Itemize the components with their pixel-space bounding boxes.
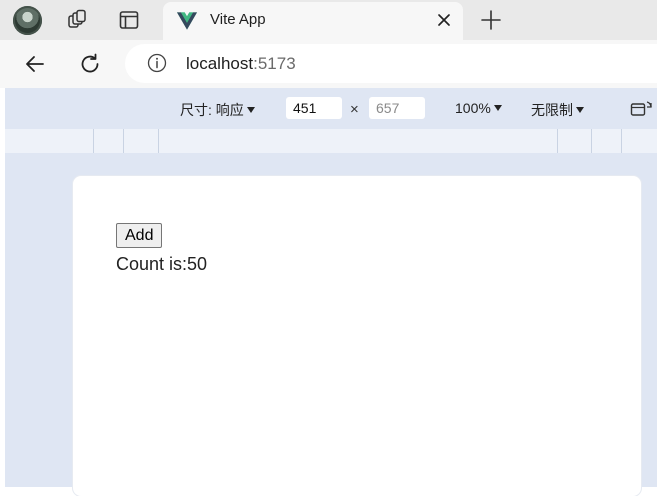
- zoom-dropdown[interactable]: 100%: [455, 100, 502, 116]
- collections-icon[interactable]: [66, 9, 88, 31]
- url-port: :5173: [253, 54, 296, 73]
- width-input[interactable]: 451: [286, 97, 342, 119]
- navigation-bar: localhost:5173: [0, 40, 657, 88]
- site-info-icon[interactable]: [147, 53, 167, 73]
- rotate-icon[interactable]: [630, 98, 654, 118]
- count-display: Count is:50: [116, 254, 207, 275]
- throttle-dropdown[interactable]: 无限制: [531, 100, 584, 120]
- page-viewport: Add Count is:50: [73, 176, 641, 496]
- times-separator: ×: [350, 101, 359, 118]
- vue-logo-icon: [177, 12, 197, 30]
- url-text: localhost:5173: [186, 54, 296, 74]
- add-button[interactable]: Add: [116, 223, 163, 248]
- close-tab-icon[interactable]: [435, 11, 453, 29]
- tab-vite-app[interactable]: Vite App: [163, 2, 463, 40]
- address-bar[interactable]: localhost:5173: [125, 44, 657, 83]
- back-icon[interactable]: [23, 52, 47, 76]
- tab-actions-icon[interactable]: [118, 9, 140, 31]
- zoom-label: 100%: [455, 100, 491, 116]
- chevron-down-icon: [493, 105, 502, 111]
- height-input[interactable]: 657: [369, 97, 425, 119]
- profile-avatar[interactable]: [13, 6, 42, 35]
- new-tab-icon[interactable]: [480, 9, 502, 31]
- count-prefix: Count is:: [116, 254, 188, 274]
- chevron-down-icon: [576, 107, 584, 113]
- dimensions-dropdown[interactable]: 尺寸: 响应: [180, 100, 255, 120]
- dimensions-label: 尺寸: 响应: [180, 102, 244, 118]
- throttle-label: 无限制: [531, 102, 573, 118]
- device-toolbar: 尺寸: 响应 451 × 657 100% 无限制: [5, 88, 657, 129]
- url-host: localhost: [186, 54, 254, 73]
- count-value: 50: [187, 254, 208, 274]
- refresh-icon[interactable]: [78, 52, 102, 76]
- tab-title: Vite App: [210, 11, 266, 28]
- tab-strip: Vite App: [0, 0, 657, 40]
- chevron-down-icon: [246, 107, 255, 113]
- media-query-ruler: [5, 129, 657, 153]
